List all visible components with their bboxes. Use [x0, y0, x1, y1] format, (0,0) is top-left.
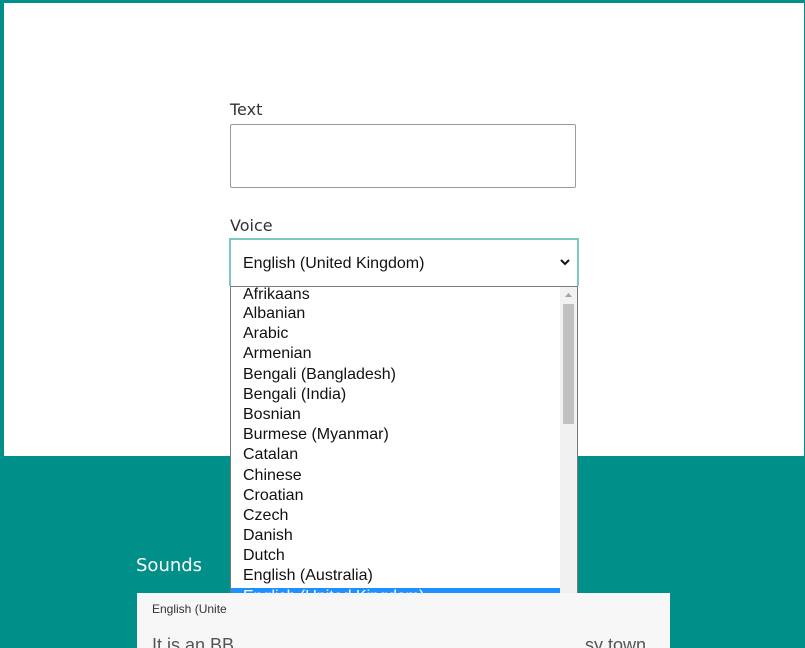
- voice-option[interactable]: Czech: [231, 507, 561, 527]
- voice-option[interactable]: Bengali (Bangladesh): [231, 366, 561, 386]
- voice-option[interactable]: Burmese (Myanmar): [231, 426, 561, 446]
- sound-card[interactable]: English (Unite It is an BB sy town: [137, 593, 670, 648]
- voice-option[interactable]: Danish: [231, 527, 561, 547]
- voice-option[interactable]: Dutch: [231, 547, 561, 567]
- text-label: Text: [230, 100, 263, 119]
- scrollbar-thumb[interactable]: [563, 304, 574, 424]
- scroll-up-arrow-icon[interactable]: [560, 287, 577, 304]
- voice-select[interactable]: English (United Kingdom): [229, 238, 579, 286]
- voice-option[interactable]: Bosnian: [231, 406, 561, 426]
- sound-card-text-end: sy town: [585, 635, 647, 648]
- voice-option[interactable]: Bengali (India): [231, 386, 561, 406]
- sound-card-text: It is an BB: [152, 635, 235, 648]
- voice-option[interactable]: English (Australia): [231, 567, 561, 587]
- voice-label: Voice: [230, 216, 273, 235]
- sound-card-voice: English (Unite: [152, 602, 227, 616]
- voice-option[interactable]: Catalan: [231, 446, 561, 466]
- voice-option[interactable]: Chinese: [231, 467, 561, 487]
- voice-option[interactable]: Albanian: [231, 305, 561, 325]
- voice-option[interactable]: Afrikaans: [231, 287, 561, 305]
- chevron-down-icon: [560, 259, 570, 266]
- voice-option[interactable]: Arabic: [231, 325, 561, 345]
- text-input[interactable]: [230, 124, 576, 188]
- sounds-heading: Sounds: [136, 555, 203, 576]
- voice-option[interactable]: Armenian: [231, 345, 561, 365]
- voice-select-value: English (United Kingdom): [243, 255, 425, 272]
- voice-option[interactable]: Croatian: [231, 487, 561, 507]
